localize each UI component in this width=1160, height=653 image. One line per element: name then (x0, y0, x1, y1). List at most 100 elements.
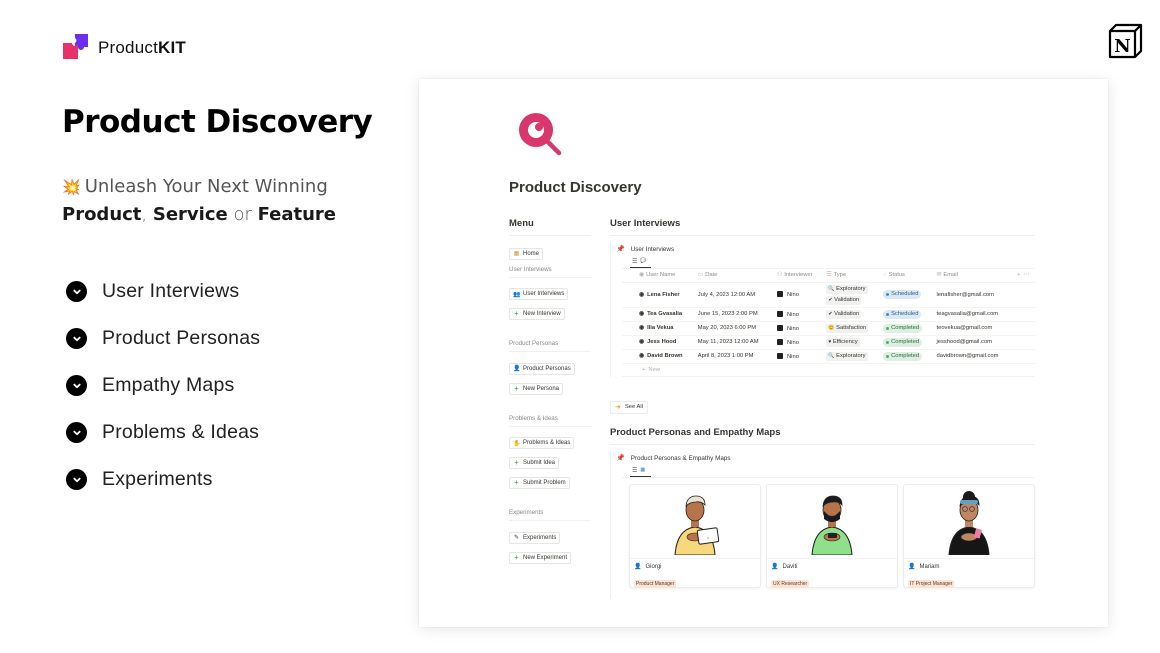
menu-section-label: Product Personas (509, 337, 591, 352)
type-tag: 🔍 Exploratory (826, 351, 868, 361)
menu-experiments-button[interactable]: ✎ Experiments (509, 531, 561, 544)
type-icon: ✔ (828, 296, 833, 303)
type-cell: 😊 Satisfaction (823, 321, 881, 336)
see-all-button[interactable]: ➜ See All (610, 400, 648, 414)
type-cell: 🔍 Exploratory ✔ Validation (823, 282, 881, 308)
table-row[interactable]: ◉ Jess Hood May 11, 2023 12:00 AM Nino ♥ … (622, 335, 1036, 350)
view-tab-table[interactable]: ☰ 💬 (630, 256, 651, 268)
plus-icon: + (514, 309, 519, 318)
email-cell[interactable]: davidbrown@gmail.com (933, 349, 1015, 364)
role-tag: Product Manager (634, 580, 677, 588)
grid-icon: ▦ (513, 251, 520, 257)
role-tag: IT Project Manager (908, 580, 955, 588)
chevron-down-circle-icon (66, 422, 87, 443)
persona-card[interactable]: ⌂ 👤 Giorgi Product Manager (629, 484, 761, 588)
new-persona-button[interactable]: + New Persona (509, 382, 564, 395)
person-circle-icon: ◉ (639, 325, 645, 331)
database-title[interactable]: 📌 User Interviews (611, 242, 1035, 256)
type-tag: 😊 Satisfaction (826, 323, 869, 333)
database-title[interactable]: 📌 Product Personas & Empathy Maps (611, 451, 1035, 465)
type-cell: ✔ Validation (823, 307, 881, 322)
feature-item-experiments: Experiments (66, 456, 260, 503)
persona-card[interactable]: 👤 Mariam IT Project Manager (903, 484, 1035, 588)
status-badge: Completed (883, 351, 923, 361)
list-icon: ☰ (632, 467, 638, 474)
user-interviews-database: 📌 User Interviews ☰ 💬 ◉ User Name ▭ Date ⚇ In… (610, 242, 1036, 377)
status-cell: Completed (880, 321, 934, 336)
status-badge: Scheduled (883, 290, 922, 299)
plus-icon: + (642, 366, 646, 373)
hero-title: Product Discovery (62, 104, 373, 140)
feature-item-empathy-maps: Empathy Maps (66, 362, 260, 409)
person-circle-icon: ◉ (639, 339, 645, 345)
email-cell[interactable]: teagvasalia@gmail.com (933, 307, 1015, 322)
email-cell[interactable]: jesshood@gmail.com (933, 335, 1015, 350)
column-header-interviewer[interactable]: ⚇ Interviewer (774, 269, 824, 283)
user-name-cell[interactable]: ◉ David Brown (639, 353, 683, 359)
status-icon: ◌ (883, 272, 887, 279)
type-tag: 🔍 Exploratory (826, 284, 868, 294)
section-heading-user-interviews: User Interviews (610, 218, 1035, 236)
table-row[interactable]: ◉ Tea Gvasalia June 15, 2023 2:00 PM Nino… (622, 307, 1036, 322)
list-icon: ☰ (826, 272, 832, 279)
new-interview-button[interactable]: + New Interview (509, 308, 565, 320)
email-cell[interactable]: teovekua@gmail.com (933, 321, 1015, 336)
puzzle-icon (62, 33, 92, 63)
persona-name: 👤 Giorgi (634, 563, 662, 571)
interviewer-cell: Nino (774, 349, 824, 364)
view-tab-gallery[interactable]: ☰ ▦ (630, 465, 651, 477)
menu-section-label: Problems & Ideas (509, 412, 591, 427)
persona-gallery: ⌂ 👤 Giorgi Product Manager 👤 Daviti UX Res… (629, 484, 1035, 588)
feature-list: User Interviews Product Personas Empathy… (66, 268, 260, 503)
menu-product-personas-button[interactable]: 👤 Product Personas (509, 362, 575, 375)
personas-database: 📌 Product Personas & Empathy Maps ☰ ▦ ⌂ 👤 G… (610, 451, 1035, 598)
chevron-down-circle-icon (66, 375, 87, 396)
user-name-cell[interactable]: ◉ Lena Fisher (639, 292, 680, 298)
table-row[interactable]: ◉ Lena Fisher July 4, 2023 12:00 AM Nino … (622, 282, 1036, 308)
table-row[interactable]: ◉ David Brown April 8, 2023 1:00 PM Nino … (622, 349, 1036, 364)
hand-icon: ✋ (513, 440, 521, 447)
email-cell[interactable]: lenafisher@gmail.com (933, 282, 1015, 308)
type-tag: ✔ Validation (826, 309, 862, 319)
status-badge: Scheduled (883, 309, 922, 319)
user-name-cell[interactable]: ◉ Tea Gvasalia (639, 311, 682, 317)
column-header-type[interactable]: ☰ Type (823, 269, 881, 283)
submit-problem-button[interactable]: + Submit Problem (509, 477, 570, 489)
comment-icon: 💬 (640, 258, 647, 264)
column-header-email[interactable]: ✉ Email (933, 269, 1015, 283)
person-circle-icon: ◉ (639, 353, 645, 359)
interviewer-cell: Nino (774, 307, 824, 322)
column-header-user-name[interactable]: ◉ User Name (636, 269, 695, 283)
menu-problems-ideas-button[interactable]: ✋ Problems & Ideas (509, 437, 575, 449)
page-title: Product Discovery (509, 179, 642, 196)
column-header-status[interactable]: ◌ Status (880, 269, 934, 283)
avatar (777, 338, 783, 345)
date-cell: July 4, 2023 12:00 AM (694, 282, 774, 308)
column-header-date[interactable]: ▭ Date (694, 269, 774, 283)
svg-text:N: N (1114, 36, 1130, 57)
avatar (777, 352, 783, 359)
persona-name: 👤 Mariam (908, 563, 940, 571)
user-name-cell[interactable]: ◉ Ilia Vekua (639, 325, 674, 331)
feature-item-problems-ideas: Problems & Ideas (66, 409, 260, 456)
menu-home-button[interactable]: ▦ Home (509, 247, 544, 260)
person-circle-icon: ◉ (639, 311, 645, 317)
type-icon: 🔍 (828, 285, 835, 292)
pin-icon: 📌 (616, 455, 625, 462)
persona-name: 👤 Daviti (771, 563, 798, 571)
pin-icon: 📌 (616, 246, 625, 253)
submit-idea-button[interactable]: + Submit Idea (509, 457, 560, 469)
add-column-button[interactable]: + ⋯ (1014, 269, 1036, 283)
new-experiment-button[interactable]: + New Experiment (509, 551, 572, 564)
persona-card[interactable]: 👤 Daviti UX Researcher (766, 484, 898, 588)
interviewer-cell: Nino (774, 335, 824, 350)
table-row[interactable]: ◉ Ilia Vekua May 20, 2023 6:00 PM Nino 😊 … (622, 321, 1036, 336)
new-row-button[interactable]: + New (622, 364, 1035, 377)
brand-name: ProductKIT (98, 38, 186, 57)
user-name-cell[interactable]: ◉ Jess Hood (639, 339, 676, 345)
tagline: 💥 Unleash Your Next Winning Product, Serv… (62, 176, 337, 225)
menu-user-interviews-button[interactable]: 👥 User Interviews (509, 288, 569, 300)
persona-illustration (767, 485, 897, 559)
page-main: User Interviews 📌 User Interviews ☰ 💬 ◉ Use… (610, 218, 1036, 598)
chevron-down-circle-icon (66, 281, 87, 302)
